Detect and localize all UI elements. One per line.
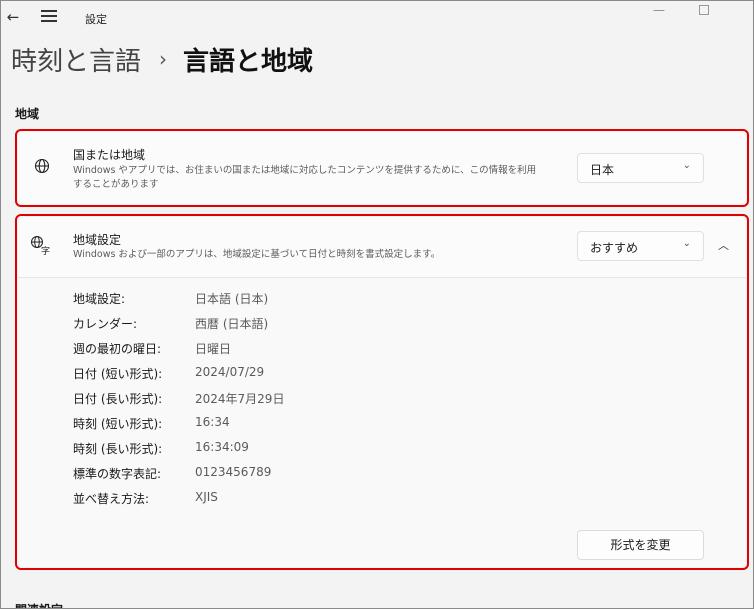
- title-bar: ← 設定 —: [1, 1, 753, 35]
- maximize-icon[interactable]: [699, 5, 709, 15]
- app-title: 設定: [85, 13, 107, 26]
- chevron-right-icon: ›: [159, 47, 168, 71]
- minimize-icon[interactable]: —: [652, 3, 666, 17]
- breadcrumb: 時刻と言語 › 言語と地域: [11, 39, 313, 79]
- settings-window: ← 設定 — 時刻と言語 › 言語と地域 地域 国または地域 Windows や…: [0, 0, 754, 609]
- highlight-box: [15, 214, 749, 570]
- highlight-box: [15, 129, 749, 207]
- section-title-region: 地域: [15, 107, 40, 121]
- breadcrumb-parent[interactable]: 時刻と言語: [11, 41, 141, 78]
- page-title: 言語と地域: [183, 46, 314, 77]
- hamburger-menu-icon[interactable]: [41, 9, 57, 23]
- back-arrow-icon[interactable]: ←: [5, 8, 21, 26]
- section-title-related-settings: 関連設定: [15, 601, 63, 608]
